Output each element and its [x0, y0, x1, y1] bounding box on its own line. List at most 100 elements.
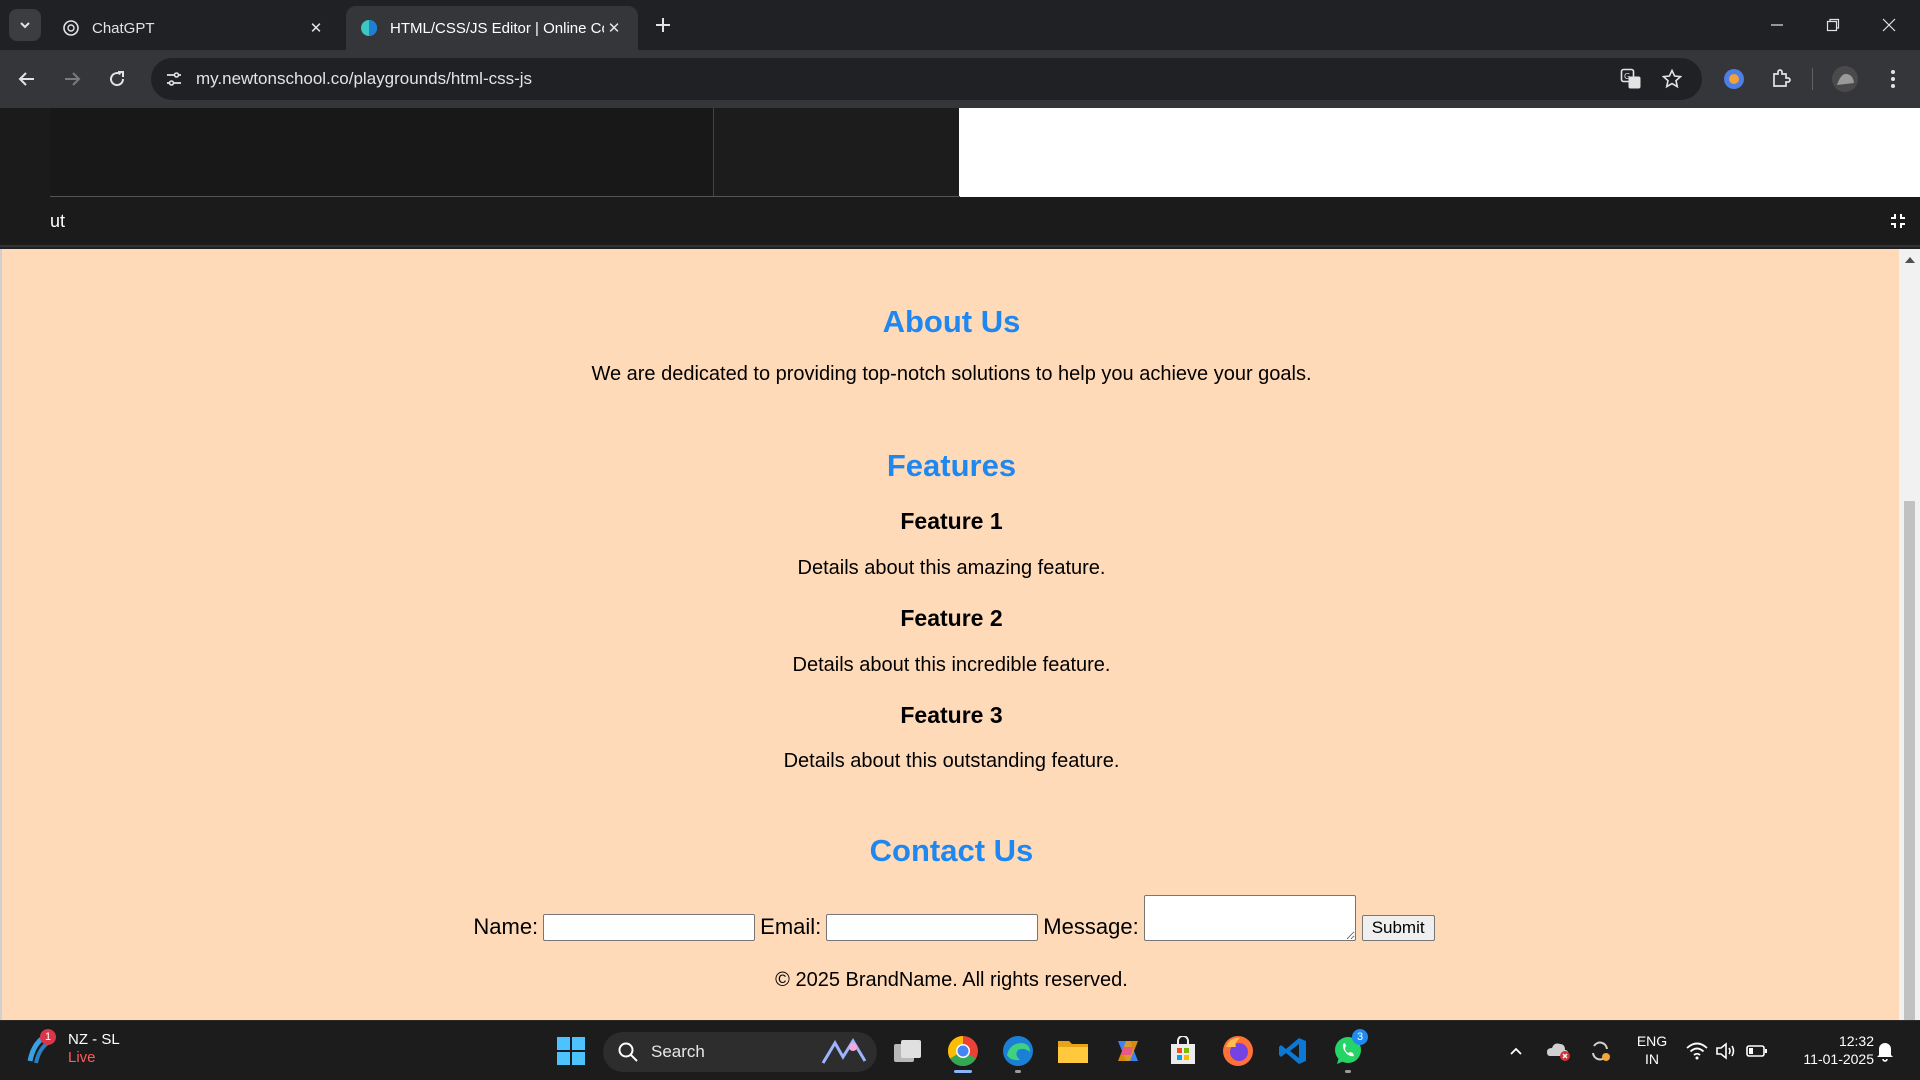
search-icon	[618, 1042, 638, 1062]
search-label: Search	[651, 1042, 705, 1061]
edge-icon[interactable]	[1000, 1033, 1036, 1073]
scroll-up-arrow-icon[interactable]	[1905, 257, 1915, 263]
microsoft-store-icon[interactable]	[1165, 1033, 1201, 1069]
message-label: Message:	[1043, 914, 1139, 939]
site-info-icon[interactable]	[163, 68, 185, 90]
about-heading: About Us	[882, 304, 1021, 339]
plus-icon	[656, 18, 670, 32]
minimize-icon	[1771, 24, 1783, 26]
notification-bell-icon[interactable]	[1870, 1033, 1900, 1069]
email-input[interactable]	[826, 914, 1039, 941]
puzzle-extensions-icon[interactable]	[1765, 63, 1797, 95]
chrome-icon[interactable]	[945, 1033, 981, 1073]
exit-fullscreen-icon[interactable]	[1888, 211, 1908, 231]
about-text: We are dedicated to providing top-notch …	[591, 363, 1312, 385]
taskbar-search[interactable]: Search	[603, 1032, 877, 1072]
feature-title: Feature 2	[900, 605, 1003, 631]
toolbar-divider	[1812, 68, 1813, 90]
chatgpt-logo-icon	[63, 20, 79, 36]
profile-avatar[interactable]	[1829, 63, 1861, 95]
restore-button[interactable]	[1817, 10, 1849, 40]
clock-time: 12:32	[1838, 1033, 1874, 1049]
firefox-icon[interactable]	[1220, 1033, 1256, 1069]
weather-widget[interactable]: 1 NZ - SL Live	[24, 1029, 120, 1067]
sync-icon[interactable]	[1586, 1033, 1614, 1069]
tab-search-button[interactable]	[9, 9, 41, 41]
windows-start-icon[interactable]	[553, 1033, 589, 1069]
tab-chatgpt[interactable]: ChatGPT ✕	[48, 6, 340, 50]
browser-tab-bar: ChatGPT ✕ HTML/CSS/JS Editor | Online Co…	[0, 0, 1920, 50]
restore-icon	[1826, 18, 1840, 32]
running-indicator	[1345, 1070, 1351, 1073]
feature-text: Details about this outstanding feature.	[783, 750, 1120, 772]
preview-scrollbar[interactable]	[1899, 249, 1920, 1020]
vscode-icon[interactable]	[1275, 1033, 1311, 1069]
output-label: ut	[50, 211, 66, 231]
message-textarea[interactable]	[1143, 895, 1356, 941]
feature-text: Details about this amazing feature.	[797, 557, 1106, 579]
output-header: ut	[0, 197, 1920, 247]
widget-title: NZ - SL	[68, 1031, 120, 1048]
reload-icon	[110, 71, 125, 87]
submit-button[interactable]: Submit	[1361, 915, 1435, 941]
copilot-icon[interactable]	[1110, 1033, 1146, 1069]
tab-html-editor[interactable]: HTML/CSS/JS Editor | Online Co ✕	[346, 6, 638, 50]
editor-panel-white	[959, 108, 1920, 197]
whatsapp-icon[interactable]: 3	[1330, 1029, 1368, 1073]
reload-button[interactable]	[101, 63, 133, 95]
browser-toolbar: my.newtonschool.co/playgrounds/html-css-…	[0, 50, 1920, 108]
feature-title: Feature 3	[900, 702, 1003, 728]
close-icon[interactable]: ✕	[306, 18, 326, 38]
url-text: my.newtonschool.co/playgrounds/html-css-…	[196, 69, 533, 88]
arrow-left-icon	[18, 72, 34, 86]
features-heading: Features	[886, 448, 1017, 483]
close-icon[interactable]: ✕	[604, 18, 624, 38]
forward-button[interactable]	[56, 63, 88, 95]
notification-badge: 1	[40, 1029, 56, 1045]
contact-heading: Contact Us	[869, 833, 1034, 868]
tab-title: ChatGPT	[92, 19, 155, 37]
scrollbar-thumb[interactable]	[1904, 501, 1915, 1020]
name-input[interactable]	[543, 914, 756, 941]
language-indicator[interactable]: ENG IN	[1632, 1032, 1672, 1068]
clock[interactable]: 12:32 11-01-2025	[1784, 1032, 1874, 1068]
contact-form: Name: Email: Message: Submit	[2, 895, 1899, 945]
onedrive-error-icon[interactable]	[1545, 1033, 1573, 1069]
notification-badge: 3	[1352, 1029, 1368, 1045]
new-tab-button[interactable]	[650, 12, 676, 38]
file-explorer-icon[interactable]	[1055, 1033, 1091, 1069]
volume-icon[interactable]	[1714, 1033, 1740, 1069]
svg-text:G: G	[1624, 72, 1630, 81]
code-editor-pane-secondary[interactable]	[715, 108, 959, 197]
feature-title: Feature 1	[900, 508, 1003, 534]
name-label: Name:	[473, 914, 539, 939]
address-bar[interactable]: my.newtonschool.co/playgrounds/html-css-…	[151, 58, 1702, 100]
newton-school-logo-icon	[361, 20, 377, 36]
clock-date: 11-01-2025	[1803, 1051, 1874, 1067]
chevron-down-icon	[20, 22, 30, 29]
arrow-right-icon	[65, 72, 81, 86]
windows-taskbar: 1 NZ - SL Live Search 3 ENG IN 12:32 11-…	[0, 1020, 1920, 1080]
cricket-widget-icon: 1	[24, 1029, 58, 1067]
bookmark-star-icon[interactable]	[1661, 68, 1683, 90]
more-menu-icon[interactable]	[1877, 63, 1909, 95]
feature-text: Details about this incredible feature.	[792, 654, 1111, 676]
code-editor-pane[interactable]	[50, 108, 714, 197]
wifi-icon[interactable]	[1684, 1033, 1710, 1069]
region-code: IN	[1645, 1051, 1659, 1067]
close-window-button[interactable]	[1873, 10, 1905, 40]
minimize-button[interactable]	[1761, 10, 1793, 40]
translate-icon[interactable]: G	[1620, 68, 1642, 90]
output-preview: About Us We are dedicated to providing t…	[0, 249, 1899, 1020]
back-button[interactable]	[11, 63, 43, 95]
battery-icon[interactable]	[1744, 1033, 1770, 1069]
running-indicator	[1015, 1070, 1021, 1073]
extension-icon[interactable]	[1718, 63, 1750, 95]
widget-status: Live	[68, 1049, 96, 1066]
email-label: Email:	[760, 914, 822, 939]
search-highlight-icon	[821, 1038, 867, 1064]
chevron-up-icon[interactable]	[1504, 1033, 1528, 1069]
close-icon	[1882, 18, 1896, 32]
tab-title: HTML/CSS/JS Editor | Online Co	[390, 19, 604, 37]
task-view-icon[interactable]	[890, 1033, 926, 1069]
